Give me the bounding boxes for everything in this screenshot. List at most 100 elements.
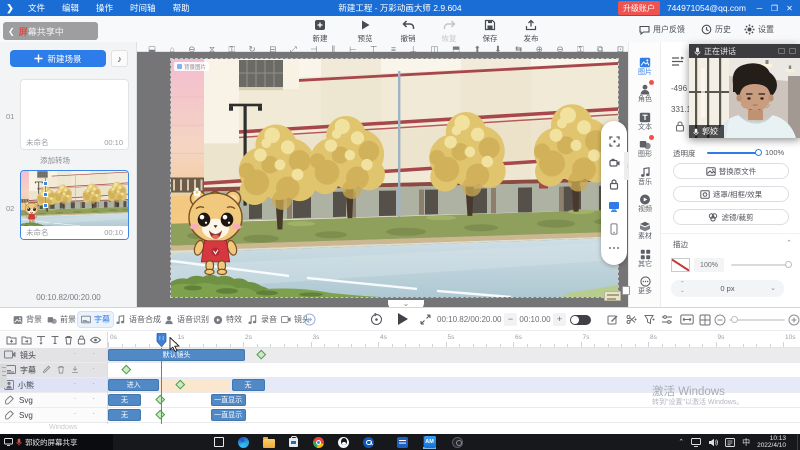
- opacity-slider[interactable]: [707, 152, 759, 154]
- shape-tool-icon[interactable]: ⌂: [170, 44, 175, 54]
- timeline-zoom-slider[interactable]: [729, 319, 785, 321]
- stroke-collapse-icon[interactable]: ⌃: [786, 239, 792, 247]
- circle-remove-icon[interactable]: ⊖: [188, 44, 195, 54]
- stroke-opacity-value[interactable]: 100%: [694, 258, 724, 272]
- keyframe-diamond[interactable]: [121, 365, 130, 374]
- add-group-icon[interactable]: [6, 335, 17, 345]
- ime-panel-icon[interactable]: [725, 438, 735, 447]
- settings-button[interactable]: 设置: [744, 24, 774, 35]
- split-clip-icon[interactable]: [626, 314, 638, 325]
- track-settings-icon[interactable]: [661, 314, 673, 325]
- fit-timeline-icon[interactable]: [680, 314, 694, 325]
- menu-timeline[interactable]: 时间轴: [130, 2, 156, 14]
- zoom-in-icon[interactable]: ⊕: [536, 44, 543, 54]
- bring-forward-icon[interactable]: ⬆: [474, 44, 481, 54]
- stage[interactable]: 背景图片: [171, 59, 618, 297]
- track-row-镜头[interactable]: 镜头··默认镜头: [0, 348, 800, 362]
- track-trash-icon[interactable]: [57, 365, 65, 375]
- assets-tab-other[interactable]: 其它: [629, 247, 661, 272]
- taskbar-app-store[interactable]: [287, 436, 300, 449]
- playhead-marker[interactable]: [156, 333, 167, 347]
- taskbar-clock[interactable]: 10:13 2022/4/10: [757, 435, 786, 449]
- scene-card-2[interactable]: 未命名 00:10: [20, 170, 129, 240]
- mobile-preview-icon[interactable]: [610, 223, 618, 235]
- assets-tab-material[interactable]: 素材: [629, 219, 661, 244]
- taskbar-app-animiz[interactable]: AM: [423, 436, 436, 449]
- clip-进入[interactable]: 进入: [108, 379, 159, 391]
- stroke-width-stepper[interactable]: ⌃⌄ 0 px ⌄: [671, 280, 784, 297]
- tray-expand-icon[interactable]: ⌃: [678, 438, 684, 446]
- taskbar-app-qq[interactable]: [337, 436, 350, 449]
- grid-view-icon[interactable]: [699, 314, 711, 326]
- distribute-h-icon[interactable]: ◫: [431, 44, 439, 54]
- track-lane[interactable]: [107, 363, 800, 377]
- assets-tab-image[interactable]: 图片: [629, 55, 661, 80]
- webcam-ghost-buttons[interactable]: [778, 48, 796, 54]
- fit-screen-icon[interactable]: [609, 136, 620, 147]
- track-header[interactable]: 镜头··: [0, 348, 107, 362]
- share-collapse-icon[interactable]: ❮: [8, 27, 15, 36]
- upgrade-account-button[interactable]: 升级账户: [618, 1, 660, 15]
- duration-plus-button[interactable]: +: [553, 313, 566, 326]
- screen-share-pill[interactable]: ❮ 屏 幕共享中: [3, 22, 98, 40]
- webcam-window[interactable]: 正在讲话 郭姣: [689, 44, 800, 138]
- scene-name[interactable]: 未命名: [26, 227, 49, 238]
- track-panel-handle[interactable]: [0, 364, 7, 388]
- desktop-preview-icon[interactable]: [608, 201, 620, 212]
- edit-subtitle-icon[interactable]: [607, 314, 618, 325]
- track-header[interactable]: Svg··: [0, 393, 107, 407]
- visibility-icon[interactable]: [90, 336, 101, 344]
- import-folder-icon[interactable]: [21, 335, 32, 345]
- track-header[interactable]: 小熊··: [0, 378, 107, 392]
- lock-object-icon[interactable]: ⚿: [229, 44, 235, 54]
- emphasis-region[interactable]: [159, 379, 229, 391]
- rotate-object-icon[interactable]: ↻: [249, 44, 256, 54]
- scene-music-button[interactable]: ♪: [111, 50, 128, 67]
- assets-tab-video[interactable]: 视频: [629, 192, 661, 217]
- clip-无[interactable]: 无: [232, 379, 265, 391]
- distribute-v-icon[interactable]: ⬒: [452, 44, 460, 54]
- filter-tracks-icon[interactable]: [644, 314, 656, 325]
- lock-canvas-icon[interactable]: [609, 179, 619, 190]
- align-center-h-icon[interactable]: ∥: [331, 44, 335, 54]
- maximize-button[interactable]: ❐: [768, 4, 781, 13]
- clip-一直显示[interactable]: 一直显示: [211, 394, 246, 406]
- track-toggles[interactable]: ··: [74, 409, 95, 418]
- position-x-value[interactable]: -496: [671, 84, 687, 93]
- scene-artwork[interactable]: [171, 59, 618, 297]
- play-button[interactable]: [396, 312, 409, 326]
- paste-object-icon[interactable]: ⊡: [617, 44, 624, 54]
- track-toggles[interactable]: ··: [74, 349, 95, 358]
- menu-help[interactable]: 帮助: [173, 2, 190, 14]
- lock-ratio-icon[interactable]: [675, 121, 685, 132]
- menu-edit[interactable]: 编辑: [62, 2, 79, 14]
- taskbar-app-browser-search[interactable]: [362, 436, 375, 449]
- history-button[interactable]: 历史: [701, 24, 731, 35]
- ime-mode[interactable]: 中: [742, 437, 750, 448]
- zoom-out-timeline-icon[interactable]: [714, 314, 726, 326]
- flip-vertical-icon[interactable]: ⧖: [209, 44, 215, 54]
- track-header[interactable]: Svg··: [0, 408, 107, 422]
- timeline-tab-speech-recognition[interactable]: 语音识别: [161, 312, 212, 327]
- camera-view-icon[interactable]: [609, 158, 620, 168]
- stroke-color-swatch[interactable]: [671, 258, 690, 272]
- account-email[interactable]: 744971054@qq.com: [667, 3, 746, 13]
- send-backward-icon[interactable]: ⬇: [494, 44, 501, 54]
- minimize-button[interactable]: ─: [753, 4, 766, 13]
- flip-horizontal-icon[interactable]: ⇆: [515, 44, 522, 54]
- clip-一直显示[interactable]: 一直显示: [211, 409, 246, 421]
- collapse-tabs-icon[interactable]: [303, 313, 316, 326]
- lock-tracks-icon[interactable]: [77, 335, 86, 345]
- assets-tab-text[interactable]: 文本: [629, 110, 661, 135]
- timeline-ruler[interactable]: 0s1s2s3s4s5s6s7s8s9s10s: [0, 332, 800, 348]
- delete-track-icon[interactable]: [64, 335, 73, 345]
- taskbar-app-app-blue[interactable]: [396, 436, 409, 449]
- taskbar-app-recorder[interactable]: [451, 436, 464, 449]
- assets-tab-more[interactable]: 更多: [629, 274, 661, 299]
- track-toggles[interactable]: ··: [74, 379, 95, 388]
- track-row-Svg[interactable]: Svg··无一直显示: [0, 408, 800, 422]
- zoom-in-timeline-icon[interactable]: [788, 314, 800, 326]
- align-left-icon[interactable]: ⊣: [310, 44, 317, 54]
- timeline-tab-effects[interactable]: 特效: [210, 312, 245, 327]
- align-top-icon[interactable]: ⊤: [370, 44, 377, 54]
